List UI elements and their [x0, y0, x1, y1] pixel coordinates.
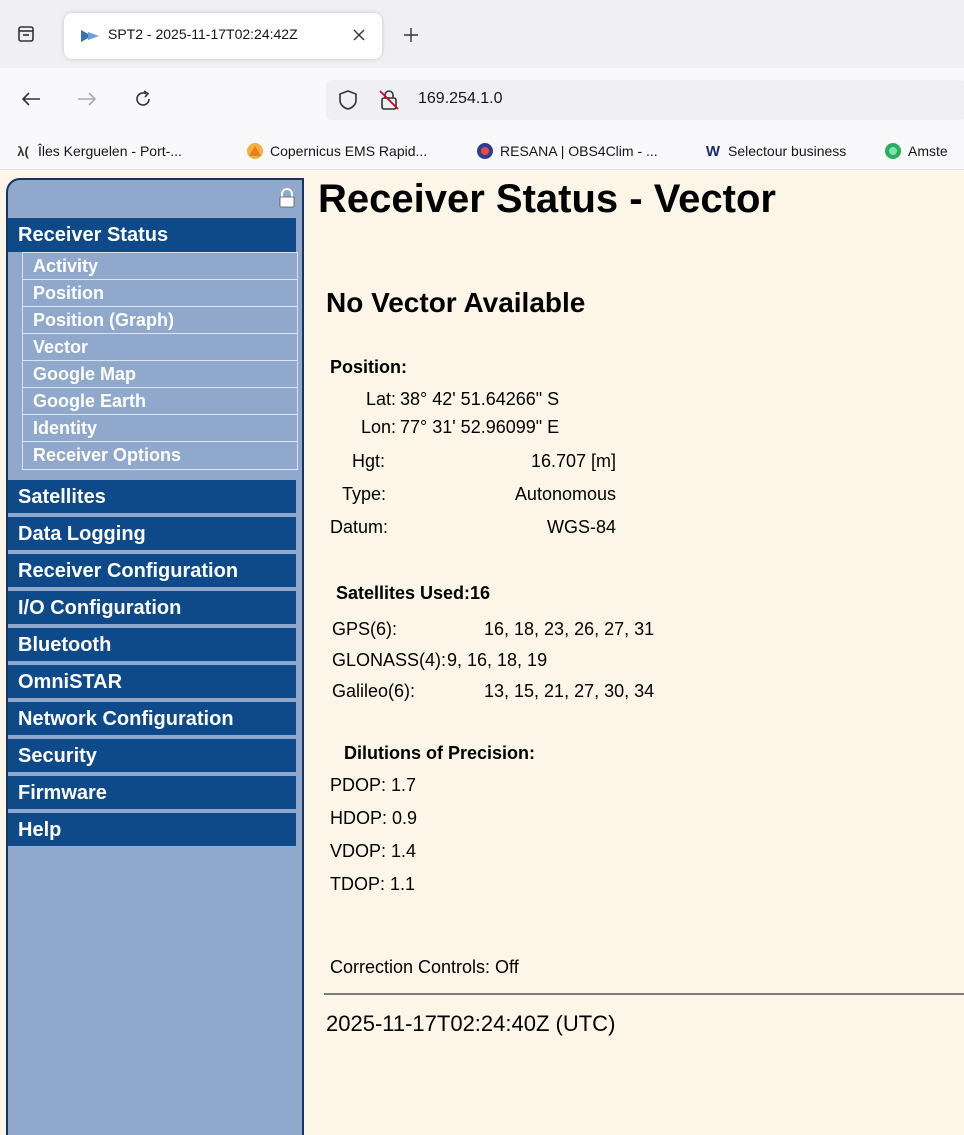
vector-status-heading: No Vector Available	[326, 287, 586, 318]
browser-tab-bar: SPT2 - 2025-11-17T02:24:42Z	[0, 0, 964, 68]
lat-value: 38° 42' 51.64266" S	[400, 389, 560, 409]
bookmarks-bar: λ( Îles Kerguelen - Port-... Copernicus …	[0, 130, 964, 170]
sidebar-item-bluetooth[interactable]: Bluetooth	[8, 628, 296, 663]
bookmark-label: Amste	[908, 143, 948, 159]
bookmark-selectour[interactable]: W Selectour business	[704, 140, 846, 162]
tab-close-icon[interactable]	[349, 25, 369, 45]
page-title: Receiver Status - Vector	[318, 177, 776, 221]
lon-value: 77° 31' 52.96099" E	[400, 417, 560, 437]
bookmark-label: RESANA | OBS4Clim - ...	[500, 143, 658, 159]
tdop-value: TDOP: 1.1	[330, 874, 416, 894]
submenu-vector[interactable]: Vector	[23, 334, 297, 361]
main-content: Receiver Status - Vector No Vector Avail…	[312, 171, 964, 1135]
content-divider	[324, 993, 964, 995]
sidebar-item-firmware[interactable]: Firmware	[8, 776, 296, 811]
galileo-value: 13, 15, 21, 27, 30, 34	[484, 681, 655, 701]
submenu-identity[interactable]: Identity	[23, 415, 297, 442]
reload-icon[interactable]	[130, 86, 156, 112]
gps-label: GPS(6):	[332, 619, 398, 639]
resana-icon	[476, 142, 494, 160]
sidebar-item-security[interactable]: Security	[8, 739, 296, 774]
hdop-value: HDOP: 0.9	[330, 808, 418, 828]
type-value: Autonomous	[514, 484, 616, 504]
submenu-receiver-options[interactable]: Receiver Options	[23, 442, 297, 469]
vdop-value: VDOP: 1.4	[330, 841, 417, 861]
sidebar: Receiver Status Activity Position Positi…	[6, 178, 304, 1135]
submenu-google-map[interactable]: Google Map	[23, 361, 297, 388]
satellites-used-label: Satellites Used:16	[336, 583, 491, 603]
back-arrow-icon[interactable]	[18, 86, 44, 112]
url-text: 169.254.1.0	[418, 90, 503, 107]
type-label: Type:	[342, 484, 387, 504]
submenu-activity[interactable]: Activity	[23, 253, 297, 280]
datum-label: Datum:	[330, 517, 389, 537]
padlock-icon	[278, 188, 296, 208]
page-viewport: Receiver Status Activity Position Positi…	[0, 171, 964, 1135]
sidebar-item-io-configuration[interactable]: I/O Configuration	[8, 591, 296, 626]
receiver-favicon-icon	[80, 27, 100, 45]
bookmark-amsterdam[interactable]: Amste	[884, 140, 948, 162]
copernicus-icon	[246, 142, 264, 160]
correction-controls: Correction Controls: Off	[330, 957, 519, 977]
browser-nav-bar: 169.254.1.0	[0, 68, 964, 130]
bookmark-kerguelen[interactable]: λ( Îles Kerguelen - Port-...	[14, 140, 182, 162]
sidebar-item-receiver-configuration[interactable]: Receiver Configuration	[8, 554, 296, 589]
tracking-shield-icon[interactable]	[338, 90, 358, 110]
sidebar-item-data-logging[interactable]: Data Logging	[8, 517, 296, 552]
ys-icon: λ(	[17, 143, 29, 159]
glonass-value: 9, 16, 18, 19	[447, 650, 548, 670]
bookmark-label: Îles Kerguelen - Port-...	[38, 143, 182, 159]
sidebar-item-receiver-status[interactable]: Receiver Status	[8, 218, 296, 252]
glonass-label: GLONASS(4):	[332, 650, 447, 670]
position-label: Position:	[330, 357, 407, 377]
submenu-position-graph[interactable]: Position (Graph)	[23, 307, 297, 334]
insecure-lock-icon[interactable]	[378, 89, 400, 111]
tab-list-icon[interactable]	[14, 22, 38, 46]
receiver-status-submenu: Activity Position Position (Graph) Vecto…	[22, 252, 298, 470]
browser-tab[interactable]: SPT2 - 2025-11-17T02:24:42Z	[64, 13, 382, 59]
bookmark-label: Selectour business	[728, 143, 847, 159]
galileo-label: Galileo(6):	[332, 681, 416, 701]
selectour-icon: W	[705, 142, 721, 160]
forward-arrow-icon[interactable]	[74, 86, 100, 112]
submenu-position[interactable]: Position	[23, 280, 297, 307]
amsterdam-icon	[884, 142, 902, 160]
pdop-value: PDOP: 1.7	[330, 775, 417, 795]
bookmark-resana[interactable]: RESANA | OBS4Clim - ...	[476, 140, 658, 162]
hgt-label: Hgt:	[352, 451, 386, 471]
new-tab-icon[interactable]	[400, 24, 422, 46]
sidebar-item-help[interactable]: Help	[8, 813, 296, 848]
datum-value: WGS-84	[546, 517, 616, 537]
sidebar-item-omnistar[interactable]: OmniSTAR	[8, 665, 296, 700]
gps-value: 16, 18, 23, 26, 27, 31	[484, 619, 655, 639]
url-bar[interactable]: 169.254.1.0	[326, 80, 964, 120]
hgt-value: 16.707 [m]	[530, 451, 616, 471]
lat-label: Lat:	[365, 389, 396, 409]
utc-timestamp: 2025-11-17T02:24:40Z (UTC)	[326, 1011, 616, 1036]
tab-title: SPT2 - 2025-11-17T02:24:42Z	[108, 26, 298, 42]
sidebar-item-satellites[interactable]: Satellites	[8, 480, 296, 515]
bookmark-copernicus[interactable]: Copernicus EMS Rapid...	[246, 140, 427, 162]
lon-label: Lon:	[360, 417, 396, 437]
dop-label: Dilutions of Precision:	[344, 743, 536, 763]
sidebar-item-network-configuration[interactable]: Network Configuration	[8, 702, 296, 737]
submenu-google-earth[interactable]: Google Earth	[23, 388, 297, 415]
bookmark-label: Copernicus EMS Rapid...	[270, 143, 428, 159]
